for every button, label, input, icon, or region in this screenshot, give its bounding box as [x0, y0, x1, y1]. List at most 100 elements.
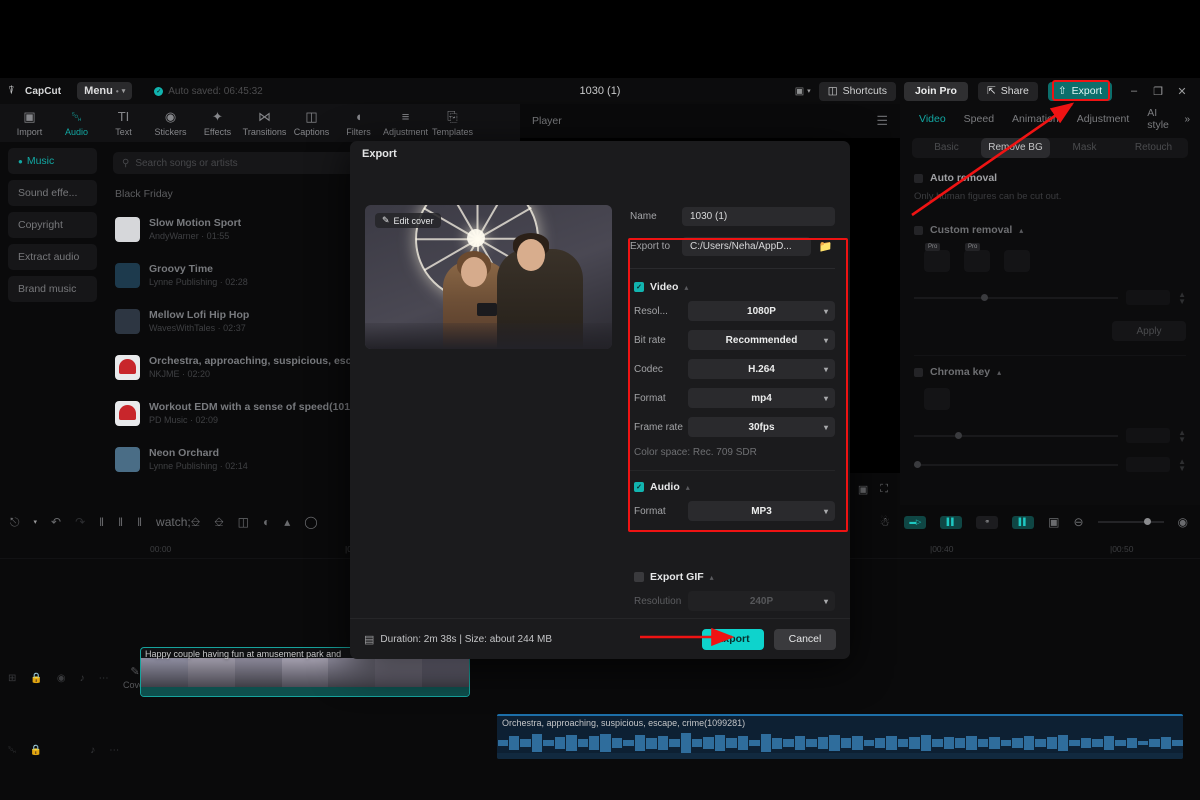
custom-removal-checkbox[interactable] [914, 225, 923, 235]
tab-ai-style[interactable]: AI style [1138, 107, 1184, 131]
cursor-icon[interactable]: ⎋ [10, 515, 20, 530]
chevron-up-icon[interactable]: ▴ [1019, 226, 1023, 235]
nav-tab-effects[interactable]: ✦ Effects [194, 109, 241, 137]
category-music[interactable]: ● Music [8, 148, 97, 174]
brush-size-value[interactable] [1126, 290, 1171, 305]
chroma-key-checkbox[interactable] [914, 367, 923, 377]
mask-icon[interactable]: ◯ [304, 515, 317, 529]
brush-tool-1[interactable]: Pro [924, 243, 950, 272]
audio-format-select[interactable]: MP3 ▾ [688, 501, 835, 521]
trim-end-icon[interactable]: ‖ [137, 515, 142, 529]
undo-icon[interactable]: ↶ [51, 515, 61, 529]
add-track-icon[interactable]: ⊞ [8, 673, 16, 684]
zoom-out-icon[interactable]: ⊖ [1073, 515, 1083, 529]
audio-chip[interactable]: ▌▌ [940, 515, 963, 529]
more-icon[interactable]: ⋯ [99, 673, 109, 684]
stepper-icon[interactable]: ▲ ▼ [1178, 457, 1186, 472]
close-button[interactable]: ✕ [1170, 78, 1194, 104]
brush-tool-2[interactable]: Pro [964, 243, 990, 272]
category-copyright[interactable]: Copyright [8, 212, 97, 238]
export-to-input[interactable]: C:/Users/Neha/AppD... [682, 236, 811, 256]
auto-removal-row[interactable]: Auto removal [914, 172, 1186, 184]
chevron-right-icon[interactable]: » [1184, 114, 1190, 125]
nav-tab-captions[interactable]: ◫ Captions [288, 109, 335, 137]
slider-knob[interactable] [954, 431, 962, 439]
redo-icon[interactable]: ↷ [75, 515, 85, 529]
freeze-icon[interactable]: ◐ [263, 515, 270, 529]
chevron-down-icon[interactable]: ▾ [34, 518, 38, 526]
chevron-up-icon[interactable]: ▴ [684, 283, 688, 292]
subtab-basic[interactable]: Basic [912, 138, 981, 158]
link-chip[interactable]: ⚭ [976, 515, 999, 529]
mix-chip[interactable]: ▌▌ [1012, 515, 1035, 529]
cancel-button[interactable]: Cancel [774, 628, 836, 650]
zoom-in-icon[interactable]: ◉ [1178, 515, 1188, 529]
export-button-top[interactable]: ⇧ Export [1047, 81, 1112, 101]
nav-tab-transitions[interactable]: ⋈ Transitions [241, 109, 288, 137]
snapshot-icon[interactable]: ▣ [858, 483, 868, 496]
stepper-icon[interactable]: ▲ ▼ [1178, 290, 1186, 305]
codec-select[interactable]: H.264 ▾ [688, 359, 835, 379]
slider-knob[interactable] [914, 460, 921, 468]
tab-adjustment[interactable]: Adjustment [1068, 113, 1139, 125]
lock-icon[interactable]: 🔒 [30, 673, 42, 684]
subtab-mask[interactable]: Mask [1050, 138, 1119, 158]
audio-checkbox[interactable]: ✓ [634, 482, 644, 492]
share-button[interactable]: ⇱ Share [977, 81, 1038, 101]
fullscreen-icon[interactable]: ⛶ [880, 483, 888, 496]
shadow-value[interactable] [1126, 457, 1171, 472]
crop-icon[interactable]: ◫ [238, 515, 249, 529]
apply-button[interactable]: Apply [1112, 321, 1186, 341]
category-brand-music[interactable]: Brand music [8, 276, 97, 302]
brush-size-slider[interactable] [914, 293, 1119, 301]
adjust-chip[interactable]: ▬▷ [904, 515, 927, 529]
export-confirm-button[interactable]: Export [702, 628, 764, 650]
chevron-up-icon[interactable]: ▴ [710, 573, 714, 582]
intensity-value[interactable] [1126, 428, 1171, 443]
tab-speed[interactable]: Speed [955, 113, 1003, 125]
chevron-up-icon[interactable]: ▴ [997, 368, 1001, 377]
edit-cover-button[interactable]: ✎ Edit cover [375, 213, 441, 228]
custom-removal-row[interactable]: Custom removal ▴ [914, 224, 1186, 236]
category-extract-audio[interactable]: Extract audio [8, 244, 97, 270]
hamburger-icon[interactable]: ☰ [876, 113, 888, 129]
chevron-up-icon[interactable]: ▴ [686, 483, 690, 492]
trim-start-icon[interactable]: ‖ [118, 515, 123, 529]
tab-video[interactable]: Video [910, 113, 955, 125]
category-sound-effects[interactable]: Sound effe... [8, 180, 97, 206]
brush-tool-3[interactable] [1004, 250, 1030, 272]
nav-tab-import[interactable]: ▣ Import [6, 109, 53, 137]
intensity-slider[interactable] [914, 431, 1119, 439]
folder-icon[interactable]: 📁 [816, 237, 835, 256]
mic-icon[interactable]: ☃ [879, 515, 890, 529]
join-pro-button[interactable]: Join Pro [903, 81, 968, 101]
zoom-slider[interactable] [1097, 518, 1164, 525]
subtab-remove-bg[interactable]: Remove BG [981, 138, 1050, 158]
preview-icon[interactable]: ▣ [1048, 515, 1059, 529]
tab-animation[interactable]: Animation [1003, 113, 1068, 125]
mirror-icon[interactable]: ▴ [284, 515, 290, 529]
audio-group-header[interactable]: ✓ Audio ▴ [634, 481, 835, 493]
auto-removal-checkbox[interactable] [914, 173, 923, 183]
layout-button[interactable]: ▣ ▾ [787, 82, 819, 100]
subtab-retouch[interactable]: Retouch [1119, 138, 1188, 158]
delete-icon[interactable]: watch;⎒ [156, 515, 200, 530]
mute-icon[interactable]: ♪ [90, 745, 95, 756]
minimize-button[interactable]: – [1122, 78, 1146, 104]
stepper-icon[interactable]: ▲ ▼ [1178, 428, 1186, 443]
nav-tab-adjustment[interactable]: ≡ Adjustment [382, 109, 429, 137]
chroma-key-row[interactable]: Chroma key ▴ [914, 366, 1186, 378]
framerate-select[interactable]: 30fps ▾ [688, 417, 835, 437]
shield-icon[interactable]: ⎒ [214, 515, 223, 530]
shadow-slider[interactable] [914, 460, 1119, 468]
maximize-button[interactable]: ❐ [1146, 78, 1170, 104]
video-checkbox[interactable]: ✓ [634, 282, 644, 292]
resolution-select[interactable]: 1080P ▾ [688, 301, 835, 321]
audio-track-icon[interactable]: ␁ [8, 745, 16, 756]
bitrate-select[interactable]: Recommended ▾ [688, 330, 835, 350]
mute-icon[interactable]: ♪ [80, 673, 85, 684]
audio-clip[interactable]: Orchestra, approaching, suspicious, esca… [497, 714, 1183, 759]
slider-knob[interactable] [981, 293, 989, 301]
lock-icon[interactable]: 🔒 [30, 745, 42, 756]
nav-tab-filters[interactable]: ◖ Filters [335, 109, 382, 137]
